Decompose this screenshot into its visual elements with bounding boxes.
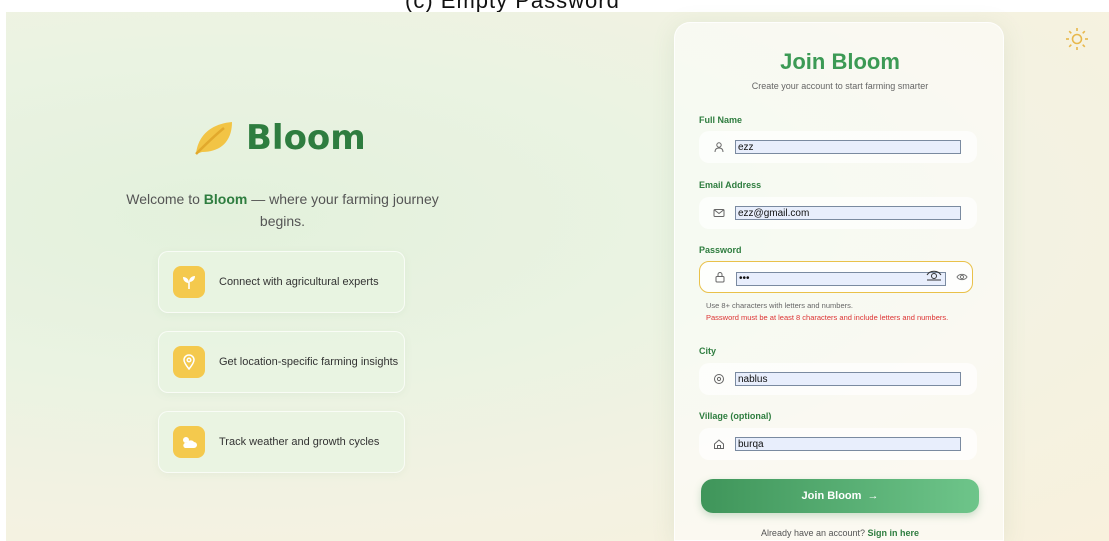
reveal-password-icon[interactable]: [926, 269, 942, 281]
home-icon: [714, 439, 724, 449]
city-input[interactable]: [735, 372, 961, 386]
password-input[interactable]: [736, 271, 946, 286]
sign-in-link[interactable]: Sign in here: [868, 528, 920, 538]
email-field: [699, 197, 977, 229]
top-caption-strip: (c) Empty Password: [0, 0, 1109, 12]
city-field: [699, 363, 977, 395]
weather-icon: [183, 437, 197, 448]
welcome-brand: Bloom: [203, 191, 248, 207]
email-input[interactable]: [735, 206, 961, 220]
feature-card-insights: Get location-specific farming insights: [158, 331, 405, 393]
password-field: [699, 261, 973, 293]
signup-card: Join Bloom Create your account to start …: [674, 22, 1004, 541]
city-label: City: [699, 346, 717, 356]
brand-name: Bloom: [246, 118, 366, 158]
sun-icon: [1066, 28, 1088, 50]
leaf-icon: [195, 122, 232, 155]
full-name-label: Full Name: [699, 115, 743, 125]
email-label: Email Address: [699, 180, 762, 190]
lock-icon: [715, 272, 725, 283]
submit-label: Join Bloom: [801, 490, 862, 502]
village-field: [699, 428, 977, 460]
village-label: Village (optional): [699, 411, 772, 421]
password-hint: Use 8+ characters with letters and numbe…: [706, 301, 853, 310]
left-edge: [0, 0, 6, 541]
signin-row: Already have an account? Sign in here: [675, 528, 1005, 538]
full-name-input[interactable]: [735, 140, 961, 154]
welcome-prefix: Welcome to: [126, 191, 204, 207]
village-input[interactable]: [735, 437, 961, 451]
user-icon: [714, 142, 724, 153]
feature-label: Connect with agricultural experts: [219, 276, 379, 288]
feature-card-weather: Track weather and growth cycles: [158, 411, 405, 473]
full-name-field: [699, 131, 977, 163]
theme-toggle-button[interactable]: [1064, 26, 1090, 52]
welcome-suffix: — where your farming journey begins.: [247, 191, 439, 229]
join-bloom-button[interactable]: Join Bloom →: [701, 479, 979, 513]
arrow-right-icon: →: [867, 490, 879, 502]
signin-prompt: Already have an account?: [760, 528, 866, 538]
password-label: Password: [699, 245, 742, 255]
welcome-message: Welcome to Bloom — where your farming jo…: [120, 188, 445, 232]
eye-icon[interactable]: [956, 272, 968, 282]
sprout-icon: [183, 276, 195, 289]
feature-label: Get location-specific farming insights: [219, 356, 399, 368]
top-caption: (c) Empty Password: [405, 0, 620, 12]
brand: Bloom: [192, 118, 366, 158]
location-pin-icon: [183, 354, 195, 370]
feature-label: Track weather and growth cycles: [219, 436, 380, 448]
feature-card-experts: Connect with agricultural experts: [158, 251, 405, 313]
mail-icon: [713, 209, 725, 217]
form-subtitle: Create your account to start farming sma…: [751, 81, 929, 91]
password-error: Password must be at least 8 characters a…: [706, 313, 949, 322]
form-title: Join Bloom: [780, 49, 900, 74]
location-pin-icon: [714, 374, 724, 384]
